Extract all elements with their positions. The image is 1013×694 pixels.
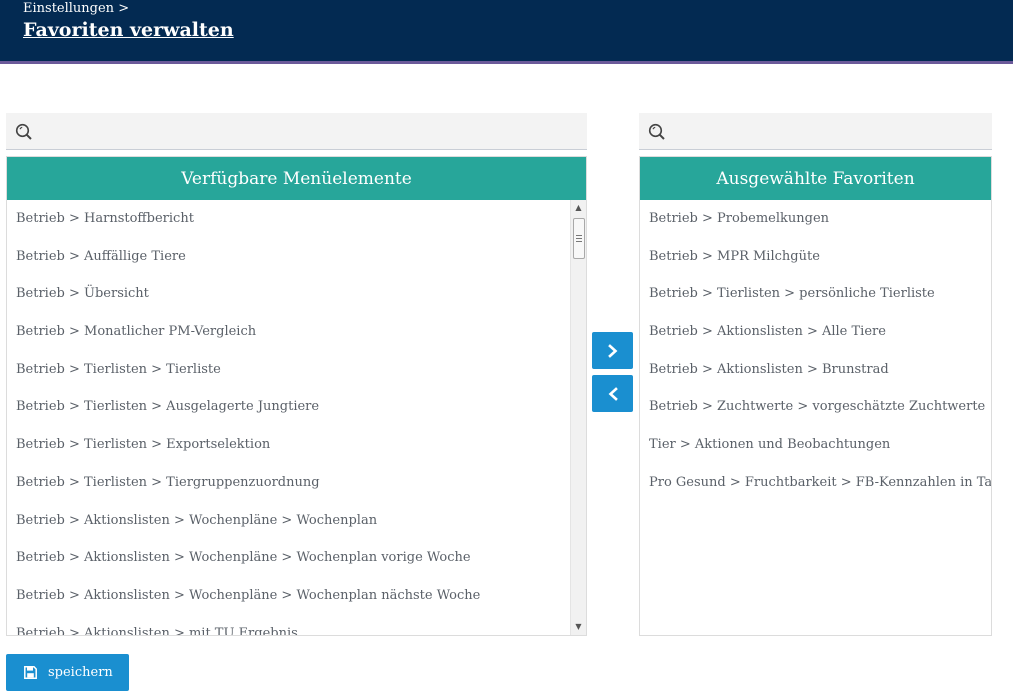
search-icon <box>15 123 32 140</box>
add-to-favorites-button[interactable] <box>592 332 633 369</box>
list-item[interactable]: Betrieb > Monatlicher PM-Vergleich <box>7 313 570 351</box>
app-header: Einstellungen > Favoriten verwalten <box>0 0 1013 64</box>
selected-search-bar <box>639 113 992 150</box>
list-item[interactable]: Pro Gesund > Fruchtbarkeit > FB-Kennzahl… <box>640 464 991 502</box>
search-icon <box>648 123 665 140</box>
available-items-title: Verfügbare Menüelemente <box>7 157 586 200</box>
list-item[interactable]: Betrieb > Aktionslisten > Wochenpläne > … <box>7 577 570 615</box>
scrollbar-thumb[interactable] <box>573 218 585 259</box>
save-button[interactable]: speichern <box>6 654 129 691</box>
list-item[interactable]: Betrieb > Aktionslisten > Wochenpläne > … <box>7 502 570 540</box>
selected-favorites-title: Ausgewählte Favoriten <box>640 157 991 200</box>
chevron-left-icon <box>608 386 618 401</box>
page-title: Favoriten verwalten <box>23 19 234 41</box>
list-item[interactable]: Betrieb > Zuchtwerte > vorgeschätzte Zuc… <box>640 388 991 426</box>
list-item[interactable]: Betrieb > Aktionslisten > mit TU Ergebni… <box>7 615 570 635</box>
breadcrumb[interactable]: Einstellungen > <box>23 1 129 16</box>
list-item[interactable]: Betrieb > Auffällige Tiere <box>7 238 570 276</box>
available-list-scrollbar[interactable]: ▲ ▼ <box>570 200 586 635</box>
list-item[interactable]: Betrieb > Aktionslisten > Alle Tiere <box>640 313 991 351</box>
selected-favorites-list: Betrieb > Probemelkungen Betrieb > MPR M… <box>640 200 991 635</box>
selected-search-input[interactable] <box>673 119 985 144</box>
available-items-list: Betrieb > Harnstoffbericht Betrieb > Auf… <box>7 200 570 635</box>
remove-from-favorites-button[interactable] <box>592 375 633 412</box>
selected-favorites-panel: Ausgewählte Favoriten Betrieb > Probemel… <box>639 156 992 636</box>
scroll-down-arrow-icon[interactable]: ▼ <box>571 619 586 635</box>
floppy-disk-icon <box>24 666 37 679</box>
list-item[interactable]: Betrieb > MPR Milchgüte <box>640 238 991 276</box>
list-item[interactable]: Betrieb > Tierlisten > persönliche Tierl… <box>640 275 991 313</box>
chevron-right-icon <box>607 343 617 358</box>
list-item[interactable]: Betrieb > Tierlisten > Tierliste <box>7 351 570 389</box>
list-item[interactable]: Betrieb > Tierlisten > Ausgelagerte Jung… <box>7 388 570 426</box>
save-button-label: speichern <box>48 665 113 680</box>
scroll-up-arrow-icon[interactable]: ▲ <box>571 200 586 216</box>
available-items-panel: Verfügbare Menüelemente Betrieb > Harnst… <box>6 156 587 636</box>
list-item[interactable]: Betrieb > Harnstoffbericht <box>7 200 570 238</box>
list-item[interactable]: Betrieb > Tierlisten > Tiergruppenzuordn… <box>7 464 570 502</box>
list-item[interactable]: Betrieb > Aktionslisten > Wochenpläne > … <box>7 539 570 577</box>
list-item[interactable]: Betrieb > Tierlisten > Exportselektion <box>7 426 570 464</box>
list-item[interactable]: Betrieb > Aktionslisten > Brunstrad <box>640 351 991 389</box>
available-search-bar <box>6 113 587 150</box>
list-item[interactable]: Tier > Aktionen und Beobachtungen <box>640 426 991 464</box>
list-item[interactable]: Betrieb > Probemelkungen <box>640 200 991 238</box>
available-search-input[interactable] <box>40 119 580 144</box>
list-item[interactable]: Betrieb > Übersicht <box>7 275 570 313</box>
